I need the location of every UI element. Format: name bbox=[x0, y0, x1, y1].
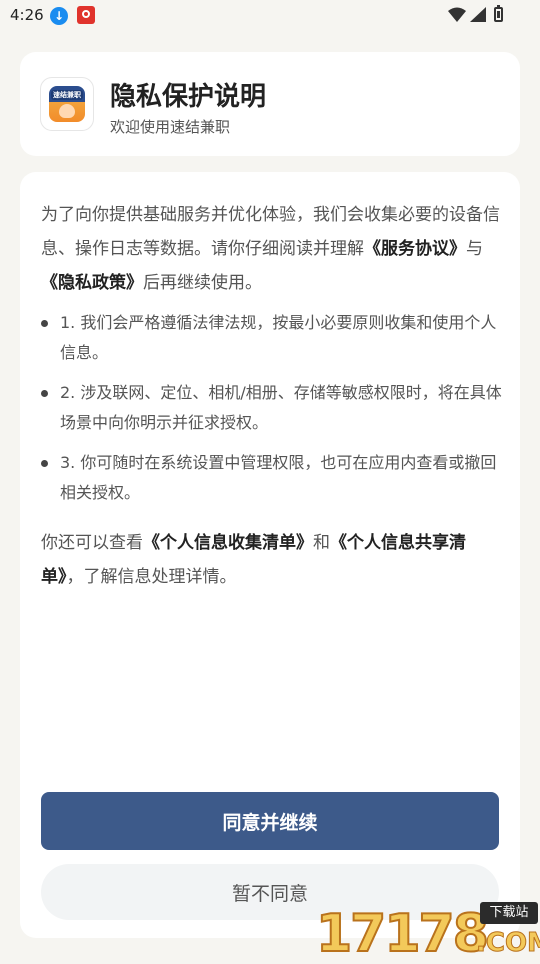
watermark-tag: 下载站 bbox=[480, 902, 538, 924]
bullet-dot bbox=[41, 390, 48, 397]
privacy-policy-link[interactable]: 《隐私政策》 bbox=[41, 273, 143, 293]
status-time: 4:26 bbox=[10, 6, 44, 24]
bullet-text: 3. 你可随时在系统设置中管理权限，也可在应用内查看或撤回相关授权。 bbox=[60, 453, 497, 502]
info-collection-list-link[interactable]: 《个人信息收集清单》 bbox=[143, 533, 313, 553]
app-logo-text: 速结兼职 bbox=[51, 90, 83, 100]
outro-text-3: ，了解信息处理详情。 bbox=[66, 567, 237, 587]
status-bar: 4:26 ↓ bbox=[0, 0, 540, 32]
watermark: 17178 下载站 .COM bbox=[315, 902, 540, 964]
battery-icon bbox=[494, 5, 503, 22]
page-title: 隐私保护说明 bbox=[110, 82, 267, 112]
signal-icon bbox=[470, 7, 486, 22]
outro-paragraph: 你还可以查看《个人信息收集清单》和《个人信息共享清单》，了解信息处理详情。 bbox=[41, 526, 501, 594]
page-subtitle: 欢迎使用速结兼职 bbox=[110, 118, 231, 136]
watermark-number: 17178 bbox=[315, 903, 490, 964]
agree-button[interactable]: 同意并继续 bbox=[41, 792, 499, 850]
bullet-dot bbox=[41, 460, 48, 467]
intro-text-3: 后再继续使用。 bbox=[143, 273, 262, 293]
header-card: 速结兼职 隐私保护说明 欢迎使用速结兼职 bbox=[20, 52, 520, 156]
app-logo-image: 速结兼职 bbox=[49, 86, 85, 122]
outro-text-1: 你还可以查看 bbox=[41, 533, 143, 553]
mascot-icon bbox=[59, 104, 75, 118]
content-card: 为了向你提供基础服务并优化体验，我们会收集必要的设备信息、操作日志等数据。请你仔… bbox=[20, 172, 520, 938]
app-notification-icon bbox=[77, 6, 95, 24]
bullet-text: 1. 我们会严格遵循法律法规，按最小必要原则收集和使用个人信息。 bbox=[60, 313, 497, 362]
intro-paragraph: 为了向你提供基础服务并优化体验，我们会收集必要的设备信息、操作日志等数据。请你仔… bbox=[41, 198, 501, 300]
outro-text-2: 和 bbox=[313, 533, 330, 553]
watermark-domain: .COM bbox=[476, 928, 540, 959]
download-icon: ↓ bbox=[50, 7, 68, 25]
bullet-dot bbox=[41, 320, 48, 327]
bullet-text: 2. 涉及联网、定位、相机/相册、存储等敏感权限时，将在具体场景中向你明示并征求… bbox=[60, 383, 502, 432]
wifi-icon bbox=[448, 7, 466, 22]
app-logo: 速结兼职 bbox=[40, 77, 94, 131]
service-agreement-link[interactable]: 《服务协议》 bbox=[364, 239, 466, 259]
intro-text-2: 与 bbox=[466, 239, 483, 259]
